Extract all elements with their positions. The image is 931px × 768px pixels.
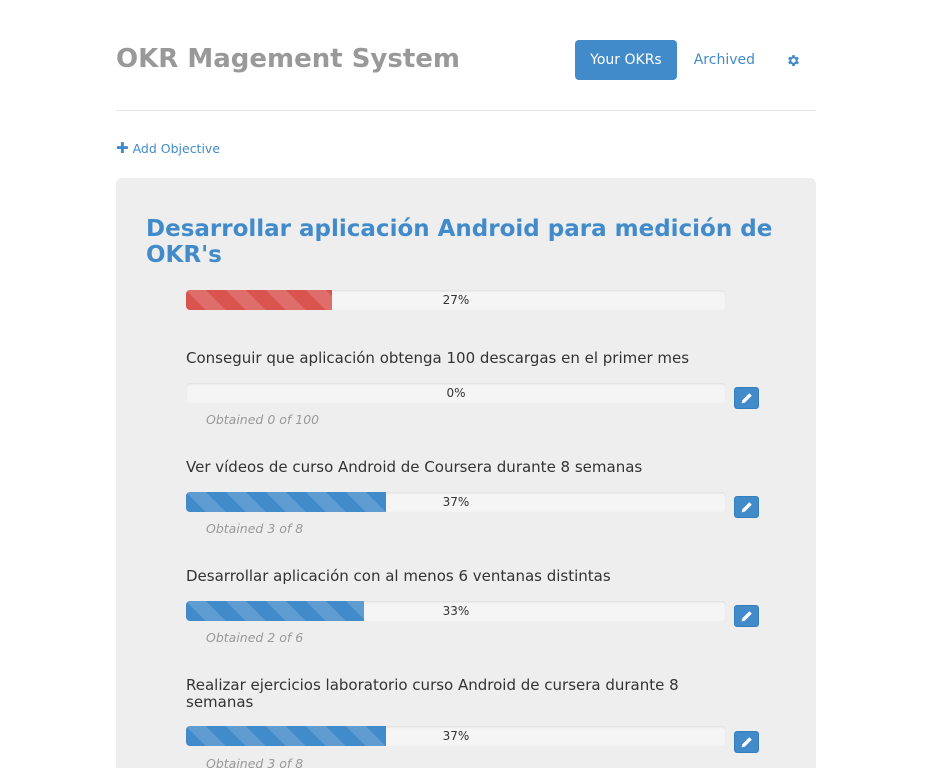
edit-key-result-button[interactable] bbox=[734, 605, 759, 627]
key-result-title: Conseguir que aplicación obtenga 100 des… bbox=[186, 349, 690, 367]
edit-key-result-button[interactable] bbox=[734, 496, 759, 518]
pencil-icon bbox=[741, 610, 752, 621]
key-result-progress-label: 0% bbox=[446, 386, 466, 400]
key-result-title: Realizar ejercicios laboratorio curso An… bbox=[186, 676, 679, 711]
header-divider bbox=[116, 110, 816, 111]
objective-progress-label: 27% bbox=[442, 293, 470, 307]
key-result-progress-label: 37% bbox=[442, 495, 470, 509]
key-result-title: Desarrollar aplicación con al menos 6 ve… bbox=[186, 567, 611, 585]
key-result-obtained: Obtained 3 of 8 bbox=[206, 521, 304, 536]
your-okrs-tab[interactable]: Your OKRs bbox=[575, 40, 677, 80]
key-result-progress-label: 33% bbox=[442, 604, 470, 618]
pencil-icon bbox=[741, 736, 752, 747]
objective-progress-bar: 27% bbox=[186, 290, 726, 310]
add-objective-label: Add Objective bbox=[132, 140, 221, 156]
archived-tab[interactable]: Archived bbox=[679, 40, 770, 80]
key-result-obtained: Obtained 2 of 6 bbox=[206, 630, 304, 645]
key-result-progress-bar: 37% bbox=[186, 726, 726, 746]
top-nav: Your OKRs Archived bbox=[575, 40, 816, 80]
key-result-progress-bar: 0% bbox=[186, 383, 726, 403]
key-result-progress-label: 37% bbox=[442, 729, 470, 743]
edit-key-result-button[interactable] bbox=[734, 731, 759, 753]
key-result-obtained: Obtained 3 of 8 bbox=[206, 756, 304, 768]
key-result-progress-bar: 37% bbox=[186, 492, 726, 512]
pencil-icon bbox=[741, 501, 752, 512]
key-result-obtained: Obtained 0 of 100 bbox=[206, 412, 320, 427]
gear-icon[interactable] bbox=[770, 40, 816, 80]
key-result-progress-bar: 33% bbox=[186, 601, 726, 621]
objective-card: Desarrollar aplicación Android para medi… bbox=[116, 178, 816, 768]
key-result-title: Ver vídeos de curso Android de Coursera … bbox=[186, 458, 643, 476]
plus-icon: ✚ bbox=[116, 139, 129, 157]
objective-title[interactable]: Desarrollar aplicación Android para medi… bbox=[146, 216, 776, 268]
edit-key-result-button[interactable] bbox=[734, 387, 759, 409]
header: OKR Magement System Your OKRs Archived bbox=[116, 40, 816, 80]
pencil-icon bbox=[741, 392, 752, 403]
add-objective-link[interactable]: ✚ Add Objective bbox=[116, 140, 220, 156]
app-title: OKR Magement System bbox=[116, 44, 461, 74]
